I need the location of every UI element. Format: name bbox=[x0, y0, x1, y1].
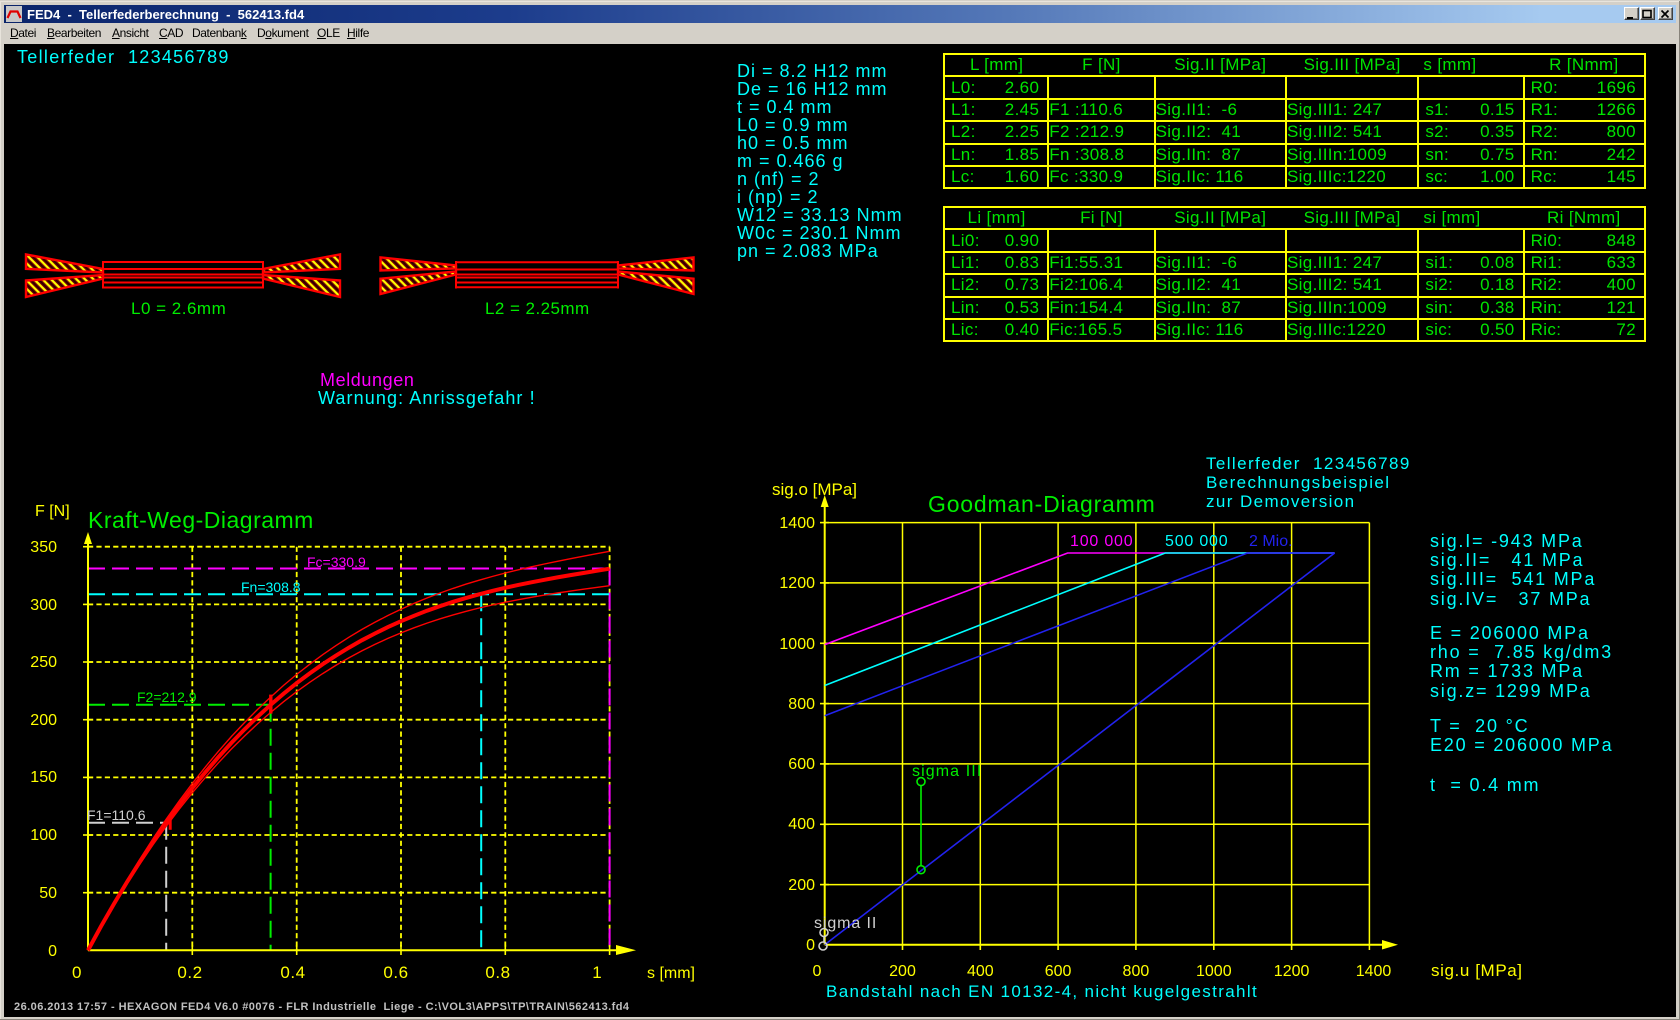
svg-text:Bandstahl nach EN 10132-4, nic: Bandstahl nach EN 10132-4, nicht kugelge… bbox=[826, 982, 1258, 1001]
svg-text:2 Mio.: 2 Mio. bbox=[1249, 533, 1293, 550]
svg-text:200: 200 bbox=[30, 712, 57, 729]
svg-text:Kraft-Weg-Diagramm: Kraft-Weg-Diagramm bbox=[88, 507, 314, 533]
svg-text:s [mm]: s [mm] bbox=[647, 965, 695, 982]
svg-text:400: 400 bbox=[967, 963, 994, 980]
svg-text:0: 0 bbox=[72, 963, 82, 982]
svg-text:L0 = 2.6mm: L0 = 2.6mm bbox=[131, 299, 226, 318]
svg-text:100: 100 bbox=[30, 827, 57, 844]
svg-text:1400: 1400 bbox=[779, 515, 815, 532]
svg-text:1200: 1200 bbox=[779, 575, 815, 592]
svg-text:sigma II: sigma II bbox=[814, 915, 877, 932]
svg-text:800: 800 bbox=[788, 696, 815, 713]
svg-text:1000: 1000 bbox=[779, 636, 815, 653]
svg-text:300: 300 bbox=[30, 597, 57, 614]
svg-text:Goodman-Diagramm: Goodman-Diagramm bbox=[928, 491, 1156, 517]
svg-text:1400: 1400 bbox=[1356, 963, 1392, 980]
svg-text:400: 400 bbox=[788, 816, 815, 833]
svg-text:L2 = 2.25mm: L2 = 2.25mm bbox=[485, 299, 590, 318]
svg-text:200: 200 bbox=[889, 963, 916, 980]
svg-text:F2=212.9: F2=212.9 bbox=[137, 689, 197, 705]
svg-text:0.8: 0.8 bbox=[485, 963, 510, 982]
svg-text:sig.u [MPa]: sig.u [MPa] bbox=[1431, 961, 1523, 980]
svg-text:800: 800 bbox=[1123, 963, 1150, 980]
svg-text:sig.o [MPa]: sig.o [MPa] bbox=[772, 480, 857, 499]
svg-text:0.4: 0.4 bbox=[280, 963, 305, 982]
svg-text:600: 600 bbox=[788, 756, 815, 773]
svg-text:250: 250 bbox=[30, 654, 57, 671]
svg-text:0.6: 0.6 bbox=[383, 963, 408, 982]
svg-text:1000: 1000 bbox=[1196, 963, 1232, 980]
svg-text:0: 0 bbox=[806, 937, 815, 954]
svg-text:600: 600 bbox=[1045, 963, 1072, 980]
svg-text:350: 350 bbox=[30, 539, 57, 556]
svg-text:150: 150 bbox=[30, 769, 57, 786]
svg-text:50: 50 bbox=[39, 885, 57, 902]
svg-text:0.2: 0.2 bbox=[177, 963, 202, 982]
svg-text:0: 0 bbox=[813, 963, 822, 980]
svg-text:200: 200 bbox=[788, 877, 815, 894]
svg-text:1200: 1200 bbox=[1274, 963, 1310, 980]
svg-text:Fn=308.8: Fn=308.8 bbox=[241, 579, 301, 595]
svg-text:500 000: 500 000 bbox=[1165, 533, 1228, 550]
svg-text:sigma III: sigma III bbox=[912, 763, 982, 780]
svg-text:F1=110.6: F1=110.6 bbox=[87, 807, 146, 823]
svg-text:100 000: 100 000 bbox=[1070, 533, 1133, 550]
svg-text:1: 1 bbox=[592, 963, 601, 982]
svg-text:0: 0 bbox=[48, 943, 57, 960]
svg-text:Fc=330.9: Fc=330.9 bbox=[307, 554, 366, 570]
svg-text:F [N]: F [N] bbox=[35, 503, 70, 520]
